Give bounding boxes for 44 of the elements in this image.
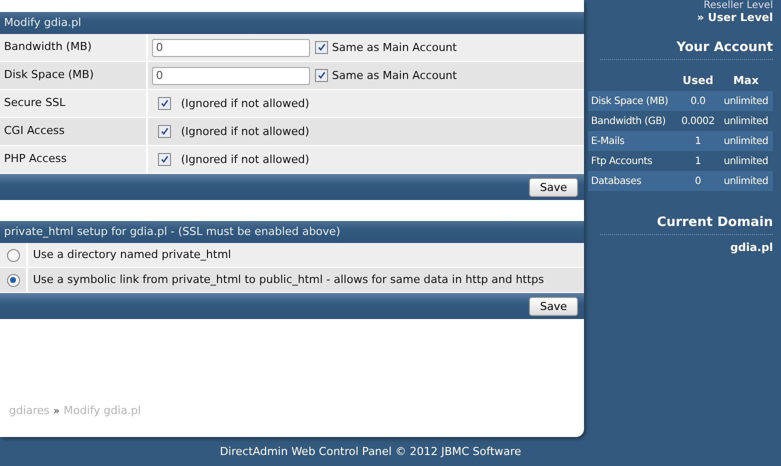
- checkbox[interactable]: [158, 153, 171, 166]
- input-field[interactable]: 0: [152, 66, 310, 84]
- sidebar-heading: Current Domain: [600, 215, 773, 235]
- radio-button[interactable]: [6, 274, 20, 286]
- table-cell: Disk Space (MB): [588, 91, 677, 111]
- table-cell: 0: [676, 171, 719, 191]
- checkbox[interactable]: [315, 41, 328, 54]
- table-cell: E-Mails: [588, 131, 677, 151]
- checkbox-label: (Ignored if not allowed): [181, 125, 310, 138]
- column-header: Used: [676, 70, 719, 91]
- checkbox[interactable]: [158, 125, 171, 138]
- checkbox-label: (Ignored if not allowed): [181, 97, 310, 110]
- checkbox-label: Same as Main Account: [332, 41, 457, 54]
- checkbox[interactable]: [158, 97, 171, 110]
- level-link[interactable]: » User Level: [584, 12, 773, 24]
- table-cell: 1: [676, 151, 719, 171]
- table-cell: Bandwidth (GB): [588, 111, 677, 131]
- table-cell: 1: [676, 131, 719, 151]
- footer-text: DirectAdmin Web Control Panel © 2012 JBMC Software: [220, 445, 522, 458]
- breadcrumb-separator: »: [54, 406, 60, 417]
- table-cell: unlimited: [718, 131, 773, 151]
- save-button[interactable]: Save: [528, 296, 578, 316]
- checkbox-label: Same as Main Account: [332, 69, 457, 82]
- table-cell: unlimited: [718, 91, 773, 111]
- option-label: Use a symbolic link from private_html to public_html - allows for same data in http and https: [32, 272, 544, 288]
- radio-button[interactable]: [6, 248, 20, 262]
- sidebar-heading: Your Account: [600, 40, 773, 60]
- checkbox-label: (Ignored if not allowed): [181, 153, 310, 166]
- table-cell: Ftp Accounts: [588, 151, 677, 171]
- input-field[interactable]: 0: [152, 38, 310, 56]
- option-label: Use a directory named private_html: [32, 247, 232, 263]
- level-link[interactable]: Reseller Level: [584, 0, 773, 12]
- table-cell: unlimited: [718, 151, 773, 171]
- table-cell: unlimited: [718, 171, 773, 191]
- section-header: Modify gdia.pl: [0, 12, 584, 34]
- table-cell: Databases: [588, 171, 677, 191]
- section-header: private_html setup for gdia.pl - (SSL must be enabled above): [0, 221, 584, 243]
- table-cell: 0.0002: [676, 111, 719, 131]
- checkbox[interactable]: [315, 69, 328, 82]
- domain-name: gdia.pl: [729, 241, 773, 254]
- table-cell: unlimited: [718, 111, 773, 131]
- table-cell: 0.0: [676, 91, 719, 111]
- save-button[interactable]: Save: [528, 178, 578, 196]
- column-header: Max: [718, 70, 773, 91]
